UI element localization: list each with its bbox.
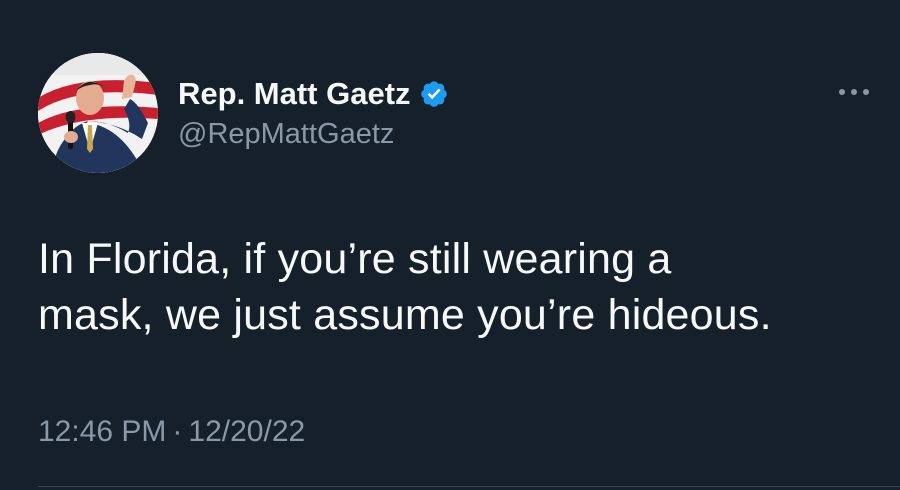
avatar[interactable] — [38, 53, 158, 173]
more-options-button[interactable] — [832, 80, 876, 104]
tweet-meta: 12:46 PM · 12/20/22 — [38, 414, 305, 450]
avatar-photo-icon — [38, 53, 158, 173]
ellipsis-icon-dot — [839, 89, 845, 95]
ellipsis-icon-dot — [851, 89, 857, 95]
author-handle[interactable]: @RepMattGaetz — [178, 117, 394, 151]
tweet-card: Rep. Matt Gaetz @RepMattGaetz In Florida… — [0, 0, 900, 490]
tweet-date[interactable]: 12/20/22 — [188, 415, 305, 448]
tweet-text: In Florida, if you’re still wearing a ma… — [38, 231, 878, 343]
verified-badge-icon — [419, 79, 449, 109]
divider — [38, 486, 900, 487]
author-display-name[interactable]: Rep. Matt Gaetz — [178, 76, 411, 112]
meta-separator: · — [172, 415, 183, 448]
author-name-row: Rep. Matt Gaetz — [178, 76, 449, 112]
tweet-text-line: mask, we just assume you’re hideous. — [38, 291, 772, 339]
tweet-time[interactable]: 12:46 PM — [38, 415, 166, 448]
ellipsis-icon-dot — [863, 89, 869, 95]
tweet-text-line: In Florida, if you’re still wearing a — [38, 235, 672, 283]
